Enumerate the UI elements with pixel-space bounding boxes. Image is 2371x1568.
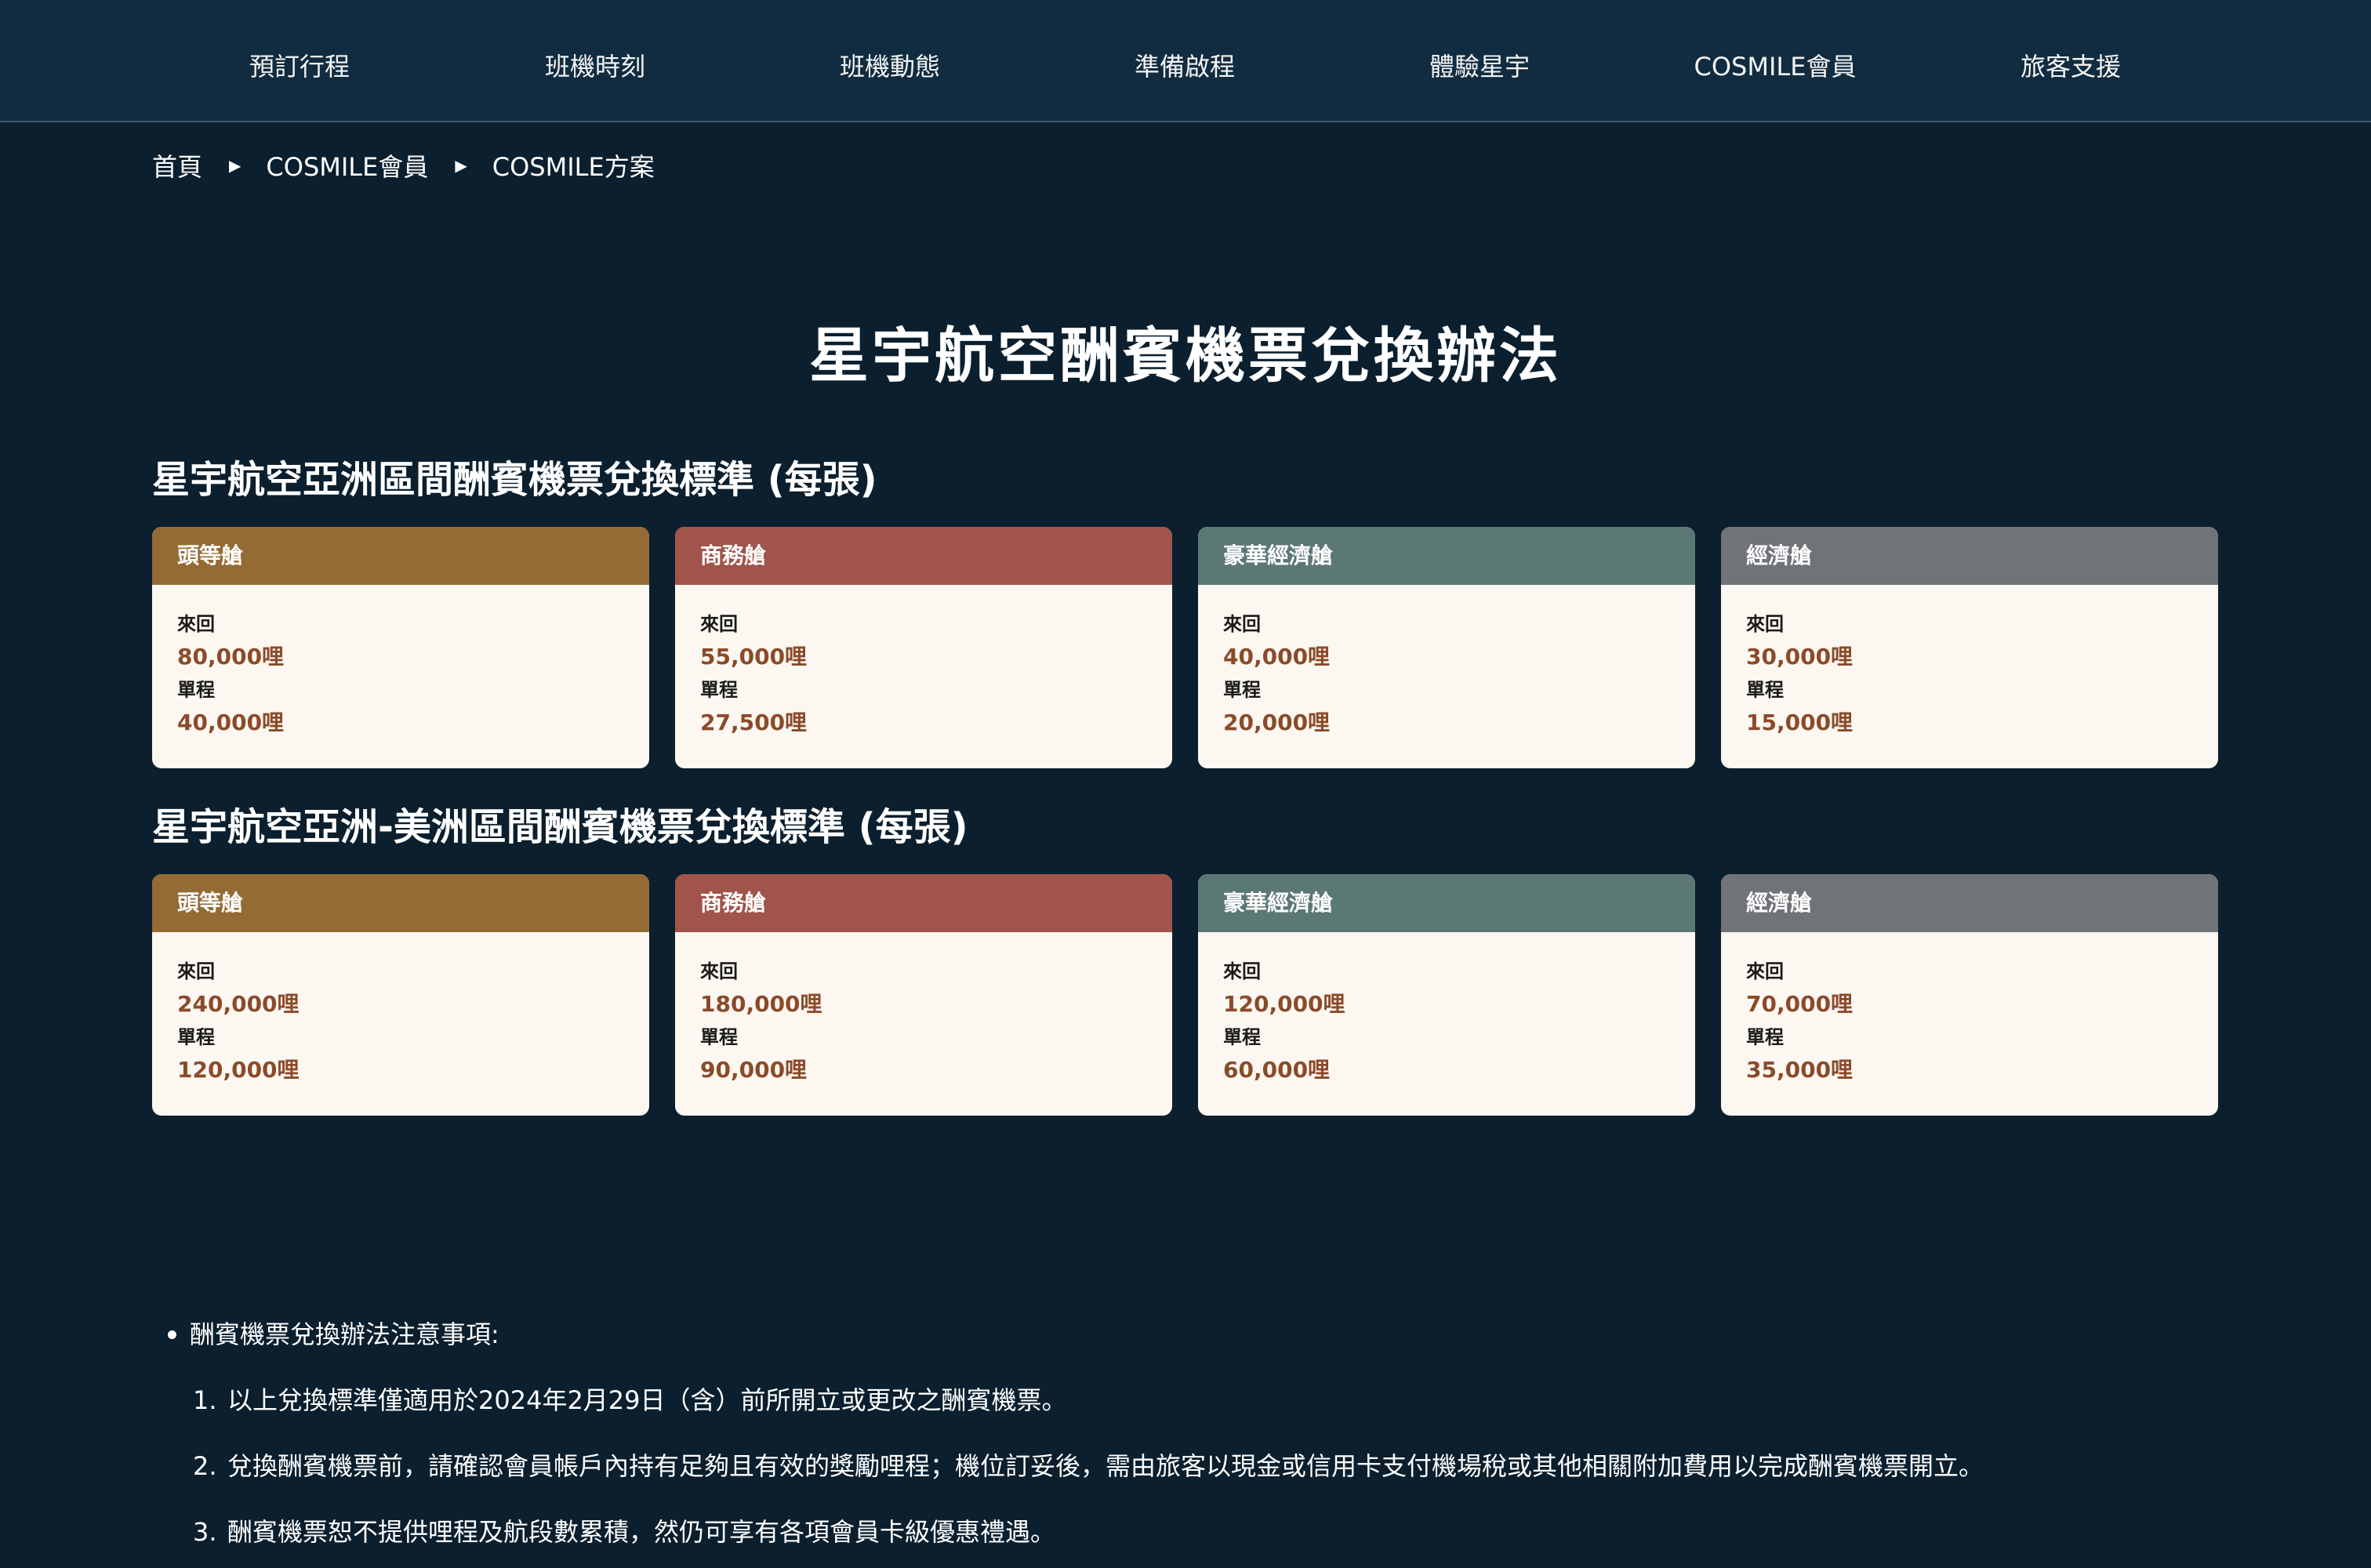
note-number: 3. [193, 1517, 217, 1547]
card-premium-economy: 豪華經濟艙 來回 40,000哩 單程 20,000哩 [1198, 527, 1695, 768]
oneway-label: 單程 [1746, 1026, 1784, 1048]
card-header: 豪華經濟艙 [1198, 527, 1695, 585]
nav-item-cosmile[interactable]: COSMILE會員 [1628, 0, 1923, 121]
card-header: 商務艙 [675, 874, 1172, 932]
roundtrip-miles: 55,000哩 [700, 644, 808, 670]
oneway-label: 單程 [700, 679, 738, 701]
card-first-class: 頭等艙 來回 240,000哩 單程 120,000哩 [152, 874, 649, 1116]
roundtrip-label: 來回 [1223, 613, 1261, 635]
notes-heading: 酬賓機票兌換辦法注意事項: [152, 1311, 2219, 1358]
card-header: 頭等艙 [152, 874, 649, 932]
card-economy: 經濟艙 來回 30,000哩 單程 15,000哩 [1721, 527, 2218, 768]
note-text: 以上兌換標準僅適用於2024年2月29日（含）前所開立或更改之酬賓機票。 [227, 1385, 1067, 1415]
oneway-miles: 120,000哩 [177, 1057, 300, 1083]
card-economy: 經濟艙 來回 70,000哩 單程 35,000哩 [1721, 874, 2218, 1116]
roundtrip-miles: 40,000哩 [1223, 644, 1331, 670]
card-first-class: 頭等艙 來回 80,000哩 單程 40,000哩 [152, 527, 649, 768]
card-body: 來回 30,000哩 單程 15,000哩 [1721, 585, 2218, 740]
breadcrumb-cosmile[interactable]: COSMILE會員 [266, 147, 428, 183]
card-body: 來回 240,000哩 單程 120,000哩 [152, 932, 649, 1087]
notes-section: 酬賓機票兌換辦法注意事項: 1. 以上兌換標準僅適用於2024年2月29日（含）… [152, 1311, 2219, 1555]
roundtrip-label: 來回 [700, 613, 738, 635]
card-business-class: 商務艙 來回 180,000哩 單程 90,000哩 [675, 874, 1172, 1116]
card-body: 來回 180,000哩 單程 90,000哩 [675, 932, 1172, 1087]
section-title-asia: 星宇航空亞洲區間酬賓機票兌換標準 (每張) [152, 458, 877, 502]
oneway-miles: 20,000哩 [1223, 710, 1331, 735]
card-premium-economy: 豪華經濟艙 來回 120,000哩 單程 60,000哩 [1198, 874, 1695, 1116]
oneway-miles: 60,000哩 [1223, 1057, 1331, 1083]
oneway-label: 單程 [700, 1026, 738, 1048]
note-number: 2. [193, 1451, 217, 1481]
card-header: 頭等艙 [152, 527, 649, 585]
card-body: 來回 80,000哩 單程 40,000哩 [152, 585, 649, 740]
note-text: 酬賓機票恕不提供哩程及航段數累積，然仍可享有各項會員卡級優惠禮遇。 [227, 1517, 1056, 1547]
card-header: 豪華經濟艙 [1198, 874, 1695, 932]
card-body: 來回 120,000哩 單程 60,000哩 [1198, 932, 1695, 1087]
nav-item-flight-status[interactable]: 班機動態 [743, 0, 1037, 121]
roundtrip-miles: 180,000哩 [700, 991, 822, 1017]
oneway-miles: 35,000哩 [1746, 1057, 1854, 1083]
asia-americas-cards: 頭等艙 來回 240,000哩 單程 120,000哩 商務艙 來回 180,0… [152, 874, 2219, 1116]
note-item: 2. 兌換酬賓機票前，請確認會員帳戶內持有足夠且有效的獎勵哩程；機位訂妥後，需由… [152, 1443, 2219, 1490]
breadcrumb-separator-icon: ▶ [229, 156, 241, 175]
roundtrip-label: 來回 [1223, 960, 1261, 982]
oneway-miles: 40,000哩 [177, 710, 285, 735]
card-body: 來回 70,000哩 單程 35,000哩 [1721, 932, 2218, 1087]
card-header: 商務艙 [675, 527, 1172, 585]
oneway-label: 單程 [1746, 679, 1784, 701]
nav-item-booking[interactable]: 預訂行程 [152, 0, 447, 121]
roundtrip-miles: 70,000哩 [1746, 991, 1854, 1017]
breadcrumb-home[interactable]: 首頁 [152, 147, 202, 183]
card-business-class: 商務艙 來回 55,000哩 單程 27,500哩 [675, 527, 1172, 768]
oneway-miles: 27,500哩 [700, 710, 808, 735]
card-body: 來回 40,000哩 單程 20,000哩 [1198, 585, 1695, 740]
roundtrip-miles: 120,000哩 [1223, 991, 1345, 1017]
oneway-label: 單程 [177, 1026, 215, 1048]
roundtrip-miles: 80,000哩 [177, 644, 285, 670]
card-body: 來回 55,000哩 單程 27,500哩 [675, 585, 1172, 740]
oneway-miles: 90,000哩 [700, 1057, 808, 1083]
oneway-label: 單程 [177, 679, 215, 701]
nav-item-experience[interactable]: 體驗星宇 [1332, 0, 1627, 121]
roundtrip-label: 來回 [177, 960, 215, 982]
roundtrip-label: 來回 [1746, 613, 1784, 635]
oneway-label: 單程 [1223, 679, 1261, 701]
breadcrumb: 首頁 ▶ COSMILE會員 ▶ COSMILE方案 [152, 146, 655, 185]
roundtrip-miles: 240,000哩 [177, 991, 300, 1017]
note-number: 1. [193, 1385, 217, 1415]
note-item: 3. 酬賓機票恕不提供哩程及航段數累積，然仍可享有各項會員卡級優惠禮遇。 [152, 1508, 2219, 1555]
roundtrip-label: 來回 [700, 960, 738, 982]
breadcrumb-separator-icon: ▶ [455, 156, 467, 175]
roundtrip-label: 來回 [1746, 960, 1784, 982]
roundtrip-miles: 30,000哩 [1746, 644, 1854, 670]
section-title-asia-americas: 星宇航空亞洲-美洲區間酬賓機票兌換標準 (每張) [152, 805, 968, 849]
card-header: 經濟艙 [1721, 527, 2218, 585]
oneway-miles: 15,000哩 [1746, 710, 1854, 735]
breadcrumb-current: COSMILE方案 [492, 152, 655, 182]
nav-item-support[interactable]: 旅客支援 [1923, 0, 2218, 121]
note-text: 兌換酬賓機票前，請確認會員帳戶內持有足夠且有效的獎勵哩程；機位訂妥後，需由旅客以… [227, 1451, 1984, 1481]
oneway-label: 單程 [1223, 1026, 1261, 1048]
asia-cards: 頭等艙 來回 80,000哩 單程 40,000哩 商務艙 來回 55,000哩… [152, 527, 2219, 768]
card-header: 經濟艙 [1721, 874, 2218, 932]
page-title: 星宇航空酬賓機票兌換辦法 [809, 321, 1562, 390]
nav-item-timetable[interactable]: 班機時刻 [448, 0, 743, 121]
top-navigation: 預訂行程 班機時刻 班機動態 準備啟程 體驗星宇 COSMILE會員 旅客支援 [0, 0, 2371, 122]
note-item: 1. 以上兌換標準僅適用於2024年2月29日（含）前所開立或更改之酬賓機票。 [152, 1377, 2219, 1424]
roundtrip-label: 來回 [177, 613, 215, 635]
nav-item-prepare-trip[interactable]: 準備啟程 [1037, 0, 1332, 121]
